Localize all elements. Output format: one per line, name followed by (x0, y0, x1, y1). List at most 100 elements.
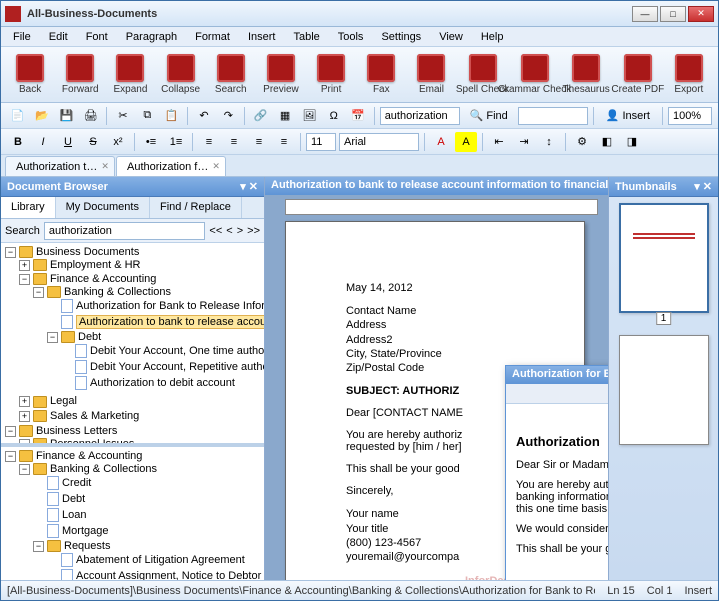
tree-search-input[interactable] (44, 222, 206, 240)
tree-toggle-icon[interactable]: − (5, 451, 16, 462)
tree-node[interactable]: Authorization to debit account (61, 375, 262, 391)
tree-toggle-icon[interactable]: − (19, 274, 30, 285)
save-icon[interactable]: 💾 (56, 106, 77, 126)
tree-node[interactable]: Credit (33, 475, 262, 491)
tree-node[interactable]: Authorization to bank to release account (47, 314, 262, 330)
menu-insert[interactable]: Insert (240, 29, 284, 45)
menu-format[interactable]: Format (187, 29, 238, 45)
field-combo[interactable] (518, 107, 588, 125)
tree-node[interactable]: −Finance & Accounting−Banking & Collecti… (5, 449, 262, 580)
tree-toggle-icon[interactable]: + (19, 411, 30, 422)
close-button[interactable]: ✕ (688, 6, 714, 22)
horizontal-ruler[interactable] (285, 199, 598, 215)
document-tab[interactable]: Authorization t…✕ (5, 156, 115, 176)
menu-view[interactable]: View (431, 29, 471, 45)
bullets-icon[interactable]: •≡ (140, 132, 162, 152)
document-tab[interactable]: Authorization f…✕ (116, 156, 226, 176)
browser-tab-my-documents[interactable]: My Documents (56, 197, 150, 218)
underline-button[interactable]: U (57, 132, 79, 152)
tree-node[interactable]: Mortgage (33, 523, 262, 539)
misc-icon[interactable]: ⚙ (571, 132, 593, 152)
back-button[interactable]: Back (7, 50, 53, 100)
document-viewport[interactable]: May 14, 2012 Contact NameAddressAddress2… (265, 195, 608, 580)
link-icon[interactable]: 🔗 (250, 106, 271, 126)
menu-tools[interactable]: Tools (330, 29, 372, 45)
nav-last-button[interactable]: >> (247, 225, 260, 237)
search-button[interactable]: Search (208, 50, 254, 100)
thumbnail-page-2[interactable] (619, 335, 709, 445)
tree-node[interactable]: Debt (33, 491, 262, 507)
date-icon[interactable]: 📅 (347, 106, 368, 126)
minimize-button[interactable]: — (632, 6, 658, 22)
redo-icon[interactable]: ↷ (218, 106, 239, 126)
misc3-icon[interactable]: ◨ (621, 132, 643, 152)
nav-first-button[interactable]: << (209, 225, 222, 237)
font-color-icon[interactable]: A (430, 132, 452, 152)
line-spacing-icon[interactable]: ↕ (538, 132, 560, 152)
open-icon[interactable]: 📂 (31, 106, 52, 126)
library-tree-top[interactable]: −Business Documents+Employment & HR−Fina… (1, 243, 264, 443)
highlight-icon[interactable]: A (455, 132, 477, 152)
tree-node[interactable]: −Business Letters−Personnel Issues−Perso… (5, 424, 262, 443)
preview-title[interactable]: Authorization for Bank to Release (506, 366, 608, 384)
tree-toggle-icon[interactable]: + (19, 260, 30, 271)
cut-icon[interactable]: ✂ (112, 106, 133, 126)
superscript-icon[interactable]: x² (107, 132, 129, 152)
strike-button[interactable]: S (82, 132, 104, 152)
menu-settings[interactable]: Settings (373, 29, 429, 45)
thumbnail-page-1[interactable]: 1 (619, 203, 709, 313)
menu-help[interactable]: Help (473, 29, 512, 45)
tree-node[interactable]: Authorization for Bank to Release Inform (47, 298, 262, 314)
tree-node[interactable]: Loan (33, 507, 262, 523)
tree-node[interactable]: Debit Your Account, One time authori (61, 343, 262, 359)
preview-button[interactable]: Preview (258, 50, 304, 100)
menu-file[interactable]: File (5, 29, 39, 45)
tree-node[interactable]: Debit Your Account, Repetitive autho (61, 359, 262, 375)
expand-button[interactable]: Expand (107, 50, 153, 100)
misc2-icon[interactable]: ◧ (596, 132, 618, 152)
tree-node[interactable]: −Banking & CollectionsAuthorization for … (33, 285, 262, 393)
nav-next-button[interactable]: > (237, 225, 243, 237)
tree-toggle-icon[interactable]: − (5, 247, 16, 258)
email-button[interactable]: Email (408, 50, 454, 100)
tree-toggle-icon[interactable]: − (19, 464, 30, 475)
tree-toggle-icon[interactable]: + (19, 396, 30, 407)
thumbnails-list[interactable]: 1 (609, 197, 718, 580)
italic-button[interactable]: I (32, 132, 54, 152)
keyword-input[interactable] (380, 107, 460, 125)
tree-toggle-icon[interactable]: − (5, 426, 16, 437)
tree-node[interactable]: Account Assignment, Notice to Debtor (47, 568, 262, 580)
align-right-icon[interactable]: ≡ (248, 132, 270, 152)
tree-node[interactable]: −Finance & Accounting−Banking & Collecti… (19, 272, 262, 394)
zoom-combo[interactable] (668, 107, 712, 125)
indent-left-icon[interactable]: ⇤ (488, 132, 510, 152)
image-icon[interactable]: 🖼 (299, 106, 320, 126)
tree-node[interactable]: Abatement of Litigation Agreement (47, 552, 262, 568)
create-pdf-button[interactable]: Create PDF (614, 50, 662, 100)
preview-window[interactable]: Authorization for Bank to Release Author… (505, 365, 608, 580)
font-name-combo[interactable] (339, 133, 419, 151)
menu-font[interactable]: Font (78, 29, 116, 45)
tree-node[interactable]: −DebtDebit Your Account, One time author… (47, 330, 262, 392)
forward-button[interactable]: Forward (57, 50, 103, 100)
print-button[interactable]: Print (308, 50, 354, 100)
export-button[interactable]: Export (666, 50, 712, 100)
tree-node[interactable]: −Banking & CollectionsCreditDebtLoanMort… (19, 462, 262, 580)
tree-node[interactable]: +Employment & HR (19, 258, 262, 272)
menu-paragraph[interactable]: Paragraph (118, 29, 185, 45)
grammar-check-button[interactable]: Grammar Check (511, 50, 559, 100)
insert-field-button[interactable]: 👤Insert (599, 106, 657, 126)
browser-tab-library[interactable]: Library (1, 197, 56, 218)
copy-icon[interactable]: ⧉ (137, 106, 158, 126)
maximize-button[interactable]: □ (660, 6, 686, 22)
symbol-icon[interactable]: Ω (323, 106, 344, 126)
undo-icon[interactable]: ↶ (193, 106, 214, 126)
tree-node[interactable]: −Business Documents+Employment & HR−Fina… (5, 245, 262, 424)
tree-toggle-icon[interactable]: − (33, 287, 44, 298)
library-tree-bottom[interactable]: −Finance & Accounting−Banking & Collecti… (1, 447, 264, 580)
tab-close-icon[interactable]: ✕ (212, 161, 220, 172)
align-center-icon[interactable]: ≡ (223, 132, 245, 152)
print-icon[interactable]: 🖨 (80, 106, 101, 126)
tree-node[interactable]: +Legal (19, 394, 262, 408)
nav-prev-button[interactable]: < (226, 225, 232, 237)
